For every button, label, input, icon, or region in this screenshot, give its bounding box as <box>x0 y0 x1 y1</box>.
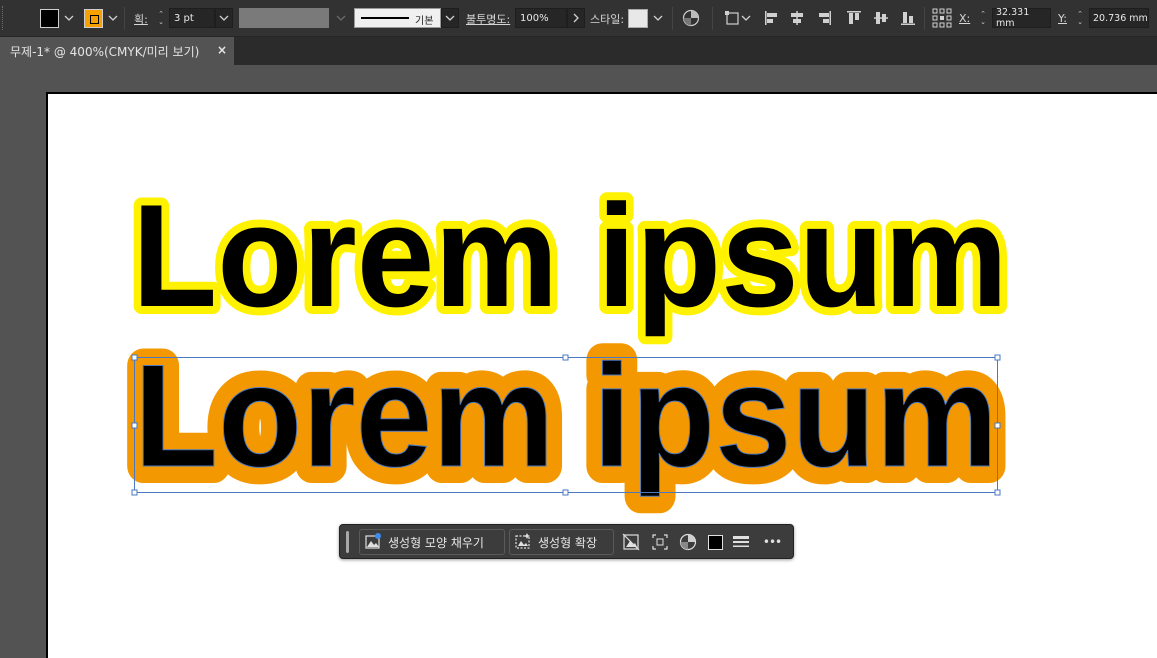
recolor-artwork-icon[interactable] <box>682 9 700 27</box>
control-bar-grip[interactable] <box>2 6 6 30</box>
variable-width-profile-box[interactable] <box>239 8 329 28</box>
recolor-icon[interactable] <box>679 533 697 551</box>
x-stepper[interactable]: ⌃ ⌄ <box>977 8 989 28</box>
graphic-style-swatch[interactable] <box>628 9 648 28</box>
close-tab-icon[interactable]: × <box>217 43 227 57</box>
document-tab-bar: 무제-1* @ 400%(CMYK/미리 보기) × <box>0 37 1157 65</box>
contextual-task-bar: 생성형 모양 채우기 생성형 확장 ••• <box>339 524 794 559</box>
fill-color-swatch[interactable] <box>40 9 59 28</box>
stroke-weight-stepper[interactable]: ⌃ ⌄ <box>155 8 167 28</box>
opacity-input[interactable]: 100% <box>515 8 567 28</box>
mask-icon[interactable] <box>622 533 640 551</box>
align-to-dropdown-chevron-icon[interactable] <box>740 12 752 24</box>
y-label[interactable]: Y: <box>1058 12 1067 25</box>
more-options-icon[interactable]: ••• <box>761 533 783 551</box>
stroke-dropdown-chevron-icon[interactable] <box>107 12 119 24</box>
generative-shape-fill-icon <box>364 532 382 553</box>
brush-definition-label: 기본 <box>415 16 434 27</box>
transform-reference-point-icon[interactable] <box>932 8 952 28</box>
stroke-label[interactable]: 획: <box>134 11 148 27</box>
align-vertical-center-icon[interactable] <box>872 9 890 27</box>
x-label[interactable]: X: <box>959 12 970 25</box>
stroke-weight-menu-icon[interactable] <box>732 533 750 551</box>
align-right-icon[interactable] <box>815 9 833 27</box>
y-stepper[interactable]: ⌃ ⌄ <box>1074 8 1086 28</box>
align-left-icon[interactable] <box>763 9 781 27</box>
canvas-area[interactable]: Lorem ipsum Lorem ipsum Lorem ipsum Lore… <box>0 65 1157 658</box>
stroke-color-swatch[interactable] <box>84 9 103 28</box>
generative-expand-icon <box>514 532 532 553</box>
brush-dropdown-icon[interactable] <box>441 8 459 28</box>
fill-color-swatch-icon[interactable] <box>706 533 724 551</box>
style-label: 스타일: <box>590 13 625 26</box>
generative-shape-fill-button[interactable]: 생성형 모양 채우기 <box>359 529 505 555</box>
control-bar: 획: ⌃ ⌄ 3 pt 기본 불투명도: 100% 스타일: X: ⌃ ⌄ 32… <box>0 0 1157 37</box>
document-tab[interactable]: 무제-1* @ 400%(CMYK/미리 보기) × <box>0 37 234 65</box>
document-tab-title: 무제-1* @ 400%(CMYK/미리 보기) <box>10 44 200 59</box>
brush-definition-box[interactable]: 기본 <box>354 8 441 28</box>
style-dropdown-chevron-icon[interactable] <box>652 12 664 24</box>
align-bottom-icon[interactable] <box>899 9 917 27</box>
isolate-selection-icon[interactable] <box>651 533 669 551</box>
fill-dropdown-chevron-icon[interactable] <box>63 12 75 24</box>
contextual-bar-grip[interactable] <box>346 531 349 553</box>
opacity-label[interactable]: 불투명도: <box>466 11 510 27</box>
y-position-input[interactable]: 20.736 mm <box>1089 8 1149 28</box>
artwork-layer: Lorem ipsum Lorem ipsum Lorem ipsum Lore… <box>117 166 1016 514</box>
stroke-weight-dropdown-icon[interactable] <box>215 8 233 28</box>
variable-width-chevron-icon <box>335 12 347 24</box>
align-top-icon[interactable] <box>845 9 863 27</box>
generative-shape-fill-label: 생성형 모양 채우기 <box>388 535 484 550</box>
text-line1[interactable]: Lorem ipsum <box>132 174 1008 337</box>
opacity-arrow-icon[interactable] <box>567 8 585 28</box>
stroke-weight-input[interactable]: 3 pt <box>169 8 215 28</box>
align-horizontal-center-icon[interactable] <box>788 9 806 27</box>
generative-expand-button[interactable]: 생성형 확장 <box>509 529 614 555</box>
illustrator-window: 획: ⌃ ⌄ 3 pt 기본 불투명도: 100% 스타일: X: ⌃ ⌄ 32… <box>0 0 1157 658</box>
x-position-input[interactable]: 32.331 mm <box>992 7 1051 29</box>
generative-expand-label: 생성형 확장 <box>538 535 598 550</box>
